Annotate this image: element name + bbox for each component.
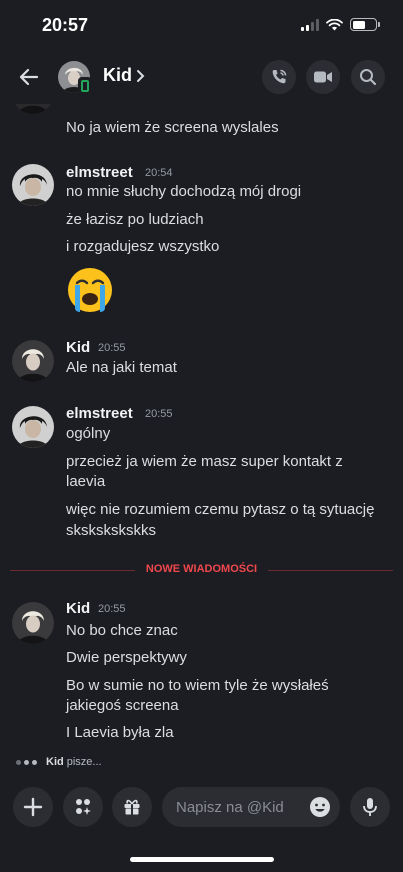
avatar-kid[interactable] xyxy=(12,340,54,382)
message-composer: Napisz na @Kid xyxy=(0,785,403,829)
message-text: I Laevia była zla xyxy=(66,724,174,741)
message-input[interactable]: Napisz na @Kid xyxy=(162,787,340,827)
phone-call-icon xyxy=(272,69,287,84)
message-text: Bo w sumie no to wiem tyle że wysłałeś xyxy=(66,677,329,694)
message-timestamp: 20:54 xyxy=(145,167,173,179)
message-author[interactable]: Kid xyxy=(66,339,90,356)
message-author[interactable]: Kid xyxy=(66,600,90,617)
battery-icon xyxy=(350,18,380,31)
message-text: i rozgadujesz wszystko xyxy=(66,238,220,255)
apps-button[interactable] xyxy=(63,787,103,827)
status-icons xyxy=(301,18,380,31)
message-text: Dwie perspektywy xyxy=(66,649,187,666)
message-text: no mnie słuchy dochodzą mój drogi xyxy=(66,183,302,200)
typing-dot xyxy=(32,759,37,765)
avatar[interactable] xyxy=(12,104,54,114)
message-text: laevia xyxy=(66,473,106,490)
avatar-elmstreet[interactable] xyxy=(12,406,54,448)
message-text: że łazisz po ludziach xyxy=(66,211,204,228)
voice-call-button[interactable] xyxy=(262,60,296,94)
message-text: przecież ja wiem że masz super kontakt z xyxy=(66,453,343,470)
typing-text: pisze... xyxy=(66,756,102,768)
back-arrow-icon[interactable] xyxy=(16,64,42,90)
message-text: Ale na jaki temat xyxy=(66,359,177,376)
wifi-icon xyxy=(326,18,343,30)
typing-dot xyxy=(24,759,29,765)
new-messages-divider: NOWE WIADOMOŚCI xyxy=(10,563,393,575)
message-timestamp: 20:55 xyxy=(145,408,173,420)
apps-icon xyxy=(76,799,91,815)
message-text: No ja wiem że screena wyslales xyxy=(66,119,279,136)
mobile-status-icon xyxy=(78,77,92,95)
typing-dot xyxy=(16,759,21,765)
typing-user: Kid xyxy=(46,756,64,768)
message-author[interactable]: elmstreet xyxy=(66,164,133,181)
message-text: No bo chce znac xyxy=(66,622,178,639)
avatar-kid[interactable] xyxy=(12,602,54,644)
voice-message-button[interactable] xyxy=(350,787,390,827)
message-input-placeholder: Napisz na @Kid xyxy=(176,799,284,816)
message-text: ogólny xyxy=(66,425,111,442)
message-timestamp: 20:55 xyxy=(98,342,126,354)
search-icon xyxy=(360,69,377,86)
message-list[interactable]: No ja wiem że screena wyslales elmstreet… xyxy=(0,104,403,776)
loudly-crying-face-icon xyxy=(68,268,112,312)
cellular-signal-icon xyxy=(301,18,319,31)
chevron-right-icon[interactable] xyxy=(136,69,146,83)
typing-indicator: Kid pisze... xyxy=(16,756,102,768)
header-username[interactable]: Kid xyxy=(103,65,132,86)
gift-button[interactable] xyxy=(112,787,152,827)
message-timestamp: 20:55 xyxy=(98,603,126,615)
status-time: 20:57 xyxy=(42,15,89,35)
message-text: jakiegoś screena xyxy=(66,697,179,714)
emoji-icon[interactable] xyxy=(309,796,331,818)
plus-icon xyxy=(23,797,43,817)
chat-header: Kid xyxy=(0,52,403,102)
video-camera-icon xyxy=(314,71,332,83)
gift-icon xyxy=(124,799,140,815)
message-text: skskskskskks xyxy=(66,522,156,539)
home-indicator xyxy=(130,857,274,862)
video-call-button[interactable] xyxy=(306,60,340,94)
microphone-icon xyxy=(363,798,377,816)
message-text: więc nie rozumiem czemu pytasz o tą sytu… xyxy=(66,501,375,518)
message-author[interactable]: elmstreet xyxy=(66,405,133,422)
new-messages-label: NOWE WIADOMOŚCI xyxy=(145,563,258,575)
search-button[interactable] xyxy=(351,60,385,94)
attach-button[interactable] xyxy=(13,787,53,827)
status-bar: 20:57 xyxy=(0,0,403,48)
avatar-elmstreet[interactable] xyxy=(12,164,54,206)
